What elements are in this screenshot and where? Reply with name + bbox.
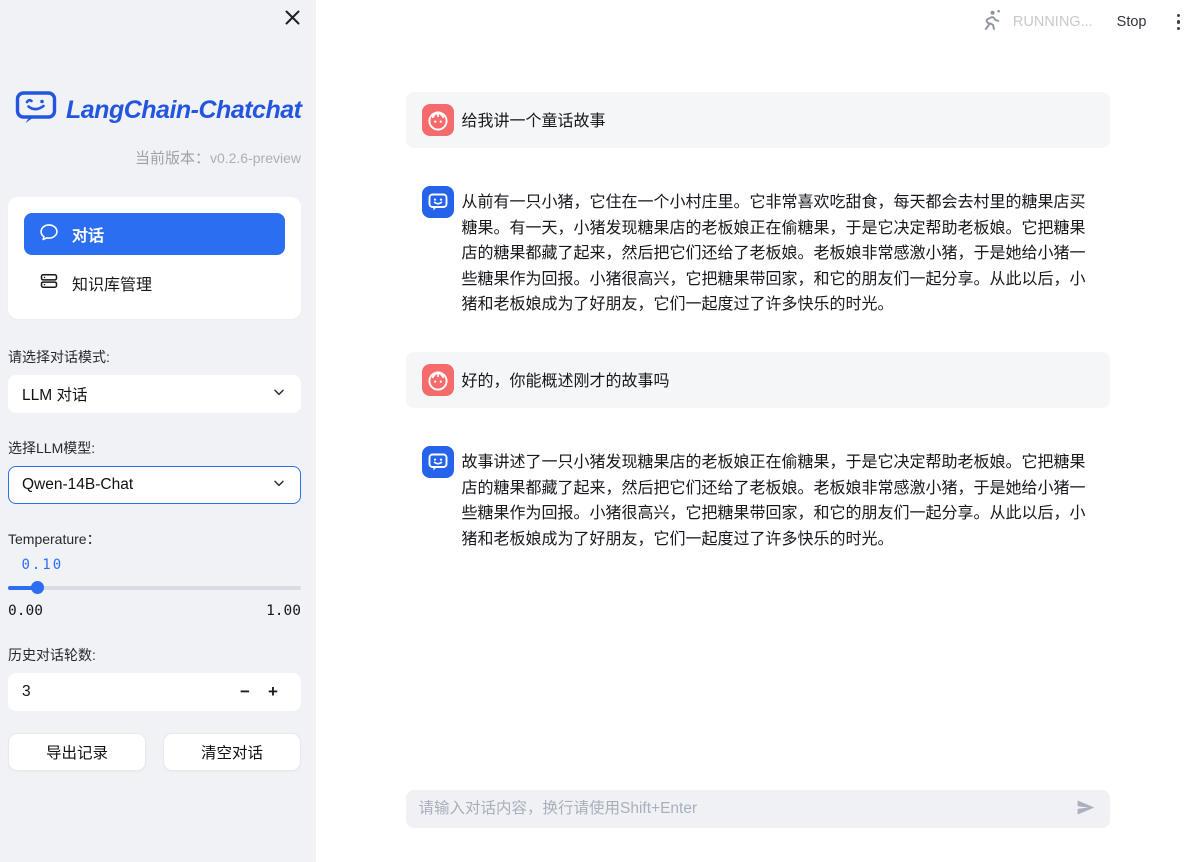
chat-bubble-logo-icon — [15, 90, 57, 131]
dialog-mode-label: 请选择对话模式: — [8, 347, 301, 367]
sidebar-menu: 对话 知识库管理 — [8, 197, 301, 319]
dialog-mode-select[interactable]: LLM 对话 — [8, 375, 301, 413]
assistant-avatar-icon — [422, 186, 454, 218]
sidebar-item-label: 知识库管理 — [72, 271, 152, 295]
chat-message-assistant: 故事讲述了一只小猪发现糖果店的老板娘正在偷糖果，于是它决定帮助老板娘。它把糖果店… — [406, 440, 1110, 558]
sidebar-item-dialogue[interactable]: 对话 — [24, 213, 285, 255]
chevron-down-icon — [271, 475, 287, 496]
version-label: 当前版本： — [135, 150, 210, 167]
message-text: 从前有一只小猪，它住在一个小村庄里。它非常喜欢吃甜食，每天都会去村里的糖果店买糖… — [462, 186, 1094, 318]
temperature-current-value: 0.10 — [8, 557, 301, 573]
running-man-icon — [979, 8, 1003, 37]
stop-button[interactable]: Stop — [1117, 14, 1147, 30]
chevron-down-icon — [271, 384, 287, 405]
assistant-avatar-icon — [422, 446, 454, 478]
database-icon — [39, 271, 59, 296]
main-area: RUNNING... Stop 给我讲一个童话故事 — [316, 0, 1199, 862]
send-icon — [1075, 797, 1096, 821]
user-avatar-icon — [422, 364, 454, 396]
user-avatar-icon — [422, 104, 454, 136]
version-info: 当前版本：v0.2.6-preview — [8, 147, 301, 168]
history-rounds-label: 历史对话轮数: — [8, 645, 301, 665]
temperature-range: 0.00 1.00 — [8, 603, 301, 619]
version-value: v0.2.6-preview — [210, 150, 301, 166]
temperature-label: Temperature： — [8, 529, 301, 549]
message-text: 好的，你能概述刚才的故事吗 — [462, 364, 670, 395]
slider-track — [8, 586, 301, 590]
app-title: LangChain-Chatchat — [66, 96, 301, 125]
chat-message-assistant: 从前有一只小猪，它住在一个小村庄里。它非常喜欢吃甜食，每天都会去村里的糖果店买糖… — [406, 180, 1110, 324]
slider-thumb[interactable] — [31, 581, 44, 594]
temperature-slider[interactable] — [8, 581, 301, 594]
llm-model-value: Qwen-14B-Chat — [22, 476, 133, 494]
app-logo: LangChain-Chatchat — [15, 90, 301, 131]
chat-message-user: 好的，你能概述刚才的故事吗 — [406, 352, 1110, 408]
sidebar-item-label: 对话 — [72, 222, 104, 246]
message-text: 故事讲述了一只小猪发现糖果店的老板娘正在偷糖果，于是它决定帮助老板娘。它把糖果店… — [462, 446, 1094, 552]
menu-kebab-icon[interactable] — [1173, 10, 1185, 35]
sidebar-item-knowledge-base[interactable]: 知识库管理 — [24, 263, 285, 303]
dialog-mode-value: LLM 对话 — [22, 383, 87, 405]
export-records-button[interactable]: 导出记录 — [8, 733, 146, 771]
chat-bubble-icon — [39, 222, 59, 247]
sidebar: LangChain-Chatchat 当前版本：v0.2.6-preview 对… — [0, 0, 316, 862]
close-icon — [284, 9, 301, 29]
history-rounds-input[interactable]: 3 − + — [8, 673, 301, 711]
temperature-max: 1.00 — [266, 603, 301, 619]
decrement-button[interactable]: − — [231, 682, 259, 702]
llm-model-label: 选择LLM模型: — [8, 438, 301, 458]
chat-input[interactable] — [419, 800, 1071, 818]
clear-dialogue-button[interactable]: 清空对话 — [163, 733, 301, 771]
chat-input-bar — [406, 790, 1110, 828]
chat-message-user: 给我讲一个童话故事 — [406, 92, 1110, 148]
temperature-min: 0.00 — [8, 603, 43, 619]
llm-model-select[interactable]: Qwen-14B-Chat — [8, 466, 301, 504]
sidebar-close-button[interactable] — [281, 8, 303, 30]
history-rounds-value: 3 — [22, 683, 231, 701]
send-button[interactable] — [1071, 793, 1100, 825]
chat-history: 给我讲一个童话故事 从前有一只小猪，它住在一个小村庄里。它非常喜欢吃甜食，每天都… — [406, 0, 1110, 558]
message-text: 给我讲一个童话故事 — [462, 104, 606, 135]
running-status: RUNNING... — [1013, 14, 1093, 30]
app-header: RUNNING... Stop — [979, 0, 1199, 44]
increment-button[interactable]: + — [259, 682, 287, 702]
